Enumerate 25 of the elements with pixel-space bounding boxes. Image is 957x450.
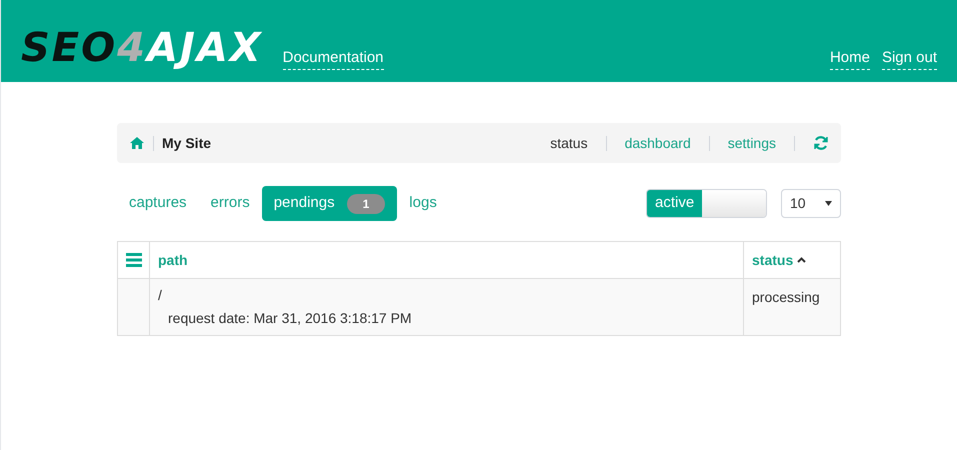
nav-link[interactable]: status	[550, 132, 588, 154]
path-text: /	[158, 286, 163, 305]
column-header[interactable]: path	[158, 250, 188, 270]
tab[interactable]: logs	[397, 186, 449, 221]
documentation-link[interactable]: Documentation	[282, 46, 384, 70]
page-size-select[interactable]: 10	[781, 189, 841, 218]
nav-link[interactable]: Home	[830, 46, 870, 70]
request-date-text: request date: Mar 31, 2016 3:18:17 PM	[167, 309, 413, 328]
site-name: My Site	[162, 134, 212, 153]
nav-link[interactable]: settings	[728, 132, 776, 154]
logo-text: SEO	[21, 28, 118, 68]
menu-icon[interactable]	[126, 252, 142, 268]
active-toggle[interactable]: active	[646, 189, 767, 218]
chevron-up-icon	[797, 257, 806, 263]
tab[interactable]: pendings 1	[262, 186, 398, 221]
tab[interactable]: captures	[117, 186, 199, 221]
nav-link[interactable]: dashboard	[624, 132, 691, 154]
caret-icon	[825, 201, 832, 206]
home-icon[interactable]	[129, 135, 145, 151]
nav-link[interactable]: Sign out	[882, 46, 937, 70]
logo-text: AJAX	[146, 28, 263, 68]
refresh-icon[interactable]	[813, 135, 829, 151]
status-text: processing	[752, 289, 820, 305]
count-badge: 1	[346, 194, 386, 214]
tab[interactable]: errors	[198, 186, 262, 221]
